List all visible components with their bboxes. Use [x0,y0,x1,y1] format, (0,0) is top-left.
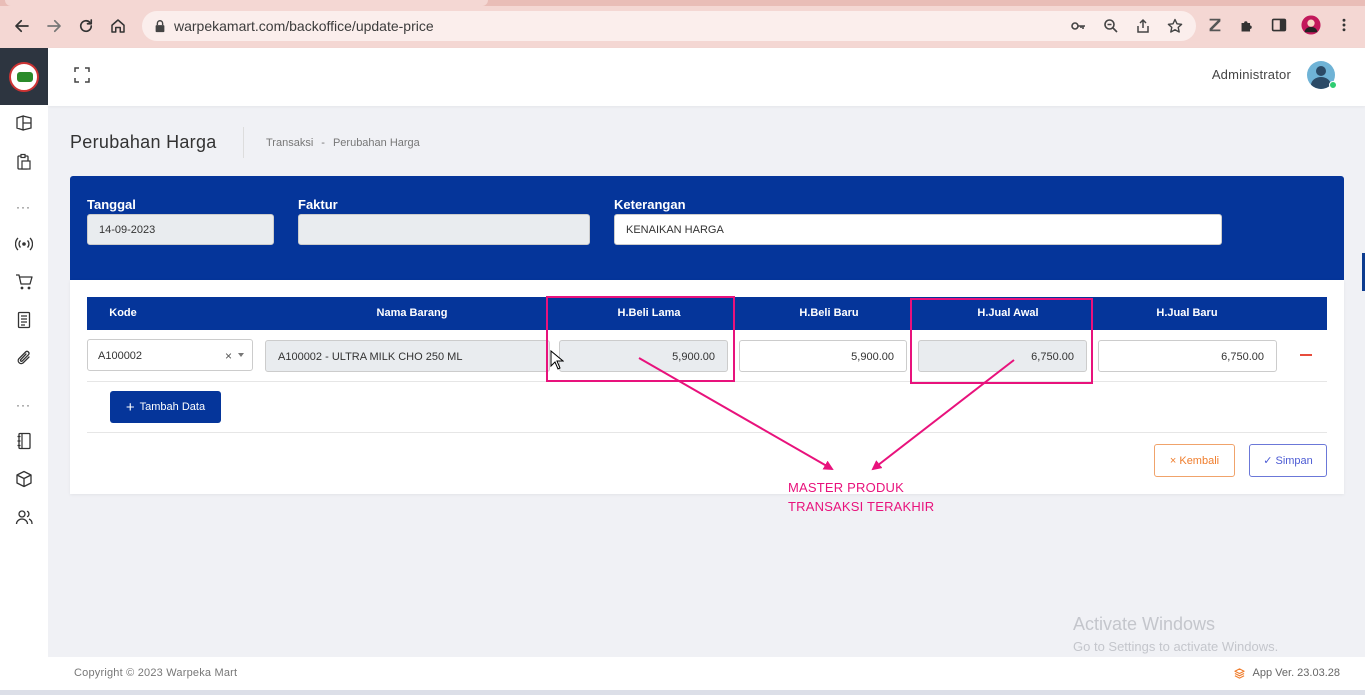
dashboard-icon[interactable] [14,113,34,133]
extensions-puzzle-icon[interactable] [1237,15,1257,35]
online-status-dot [1329,81,1337,89]
h-beli-baru-input[interactable]: 5,900.00 [739,340,907,372]
price-document-icon[interactable] [14,310,34,330]
sidebar-section-dots: ··· [16,398,31,412]
add-row-label: Tambah Data [139,401,206,413]
back-icon[interactable] [10,14,34,38]
address-bar[interactable]: warpekamart.com/backoffice/update-price [142,11,1196,41]
kode-value: A100002 [98,350,143,362]
tanggal-input[interactable]: 14-09-2023 [87,214,274,245]
logo-emblem-icon [9,61,39,92]
actions-divider [87,432,1327,433]
keterangan-input[interactable]: KENAIKAN HARGA [614,214,1222,245]
active-tab[interactable] [5,0,488,6]
forward-icon[interactable] [42,14,66,38]
tanggal-label: Tanggal [87,197,136,212]
plus-icon: + [125,398,135,416]
h-jual-baru-input[interactable]: 6,750.00 [1098,340,1277,372]
nama-barang-input[interactable]: A100002 - ULTRA MILK CHO 250 ML [265,340,550,372]
copyright-text: Copyright © 2023 Warpeka Mart [74,667,238,679]
back-button[interactable]: × Kembali [1154,444,1235,477]
column-header-h-jual-baru: H.Jual Baru [1156,307,1218,319]
bookmark-star-icon[interactable] [1167,18,1183,34]
broadcast-icon[interactable] [14,234,34,254]
key-icon[interactable] [1070,18,1086,34]
zoom-icon[interactable] [1103,18,1119,34]
activate-windows-title: Activate Windows [1073,614,1216,634]
save-button[interactable]: ✓ Simpan [1249,444,1327,477]
window-bottom-edge [0,690,1365,695]
shopping-cart-icon[interactable] [14,272,34,292]
browser-chrome: warpekamart.com/backoffice/update-price [0,0,1365,48]
activate-windows-subtitle: Go to Settings to activate Windows. [1073,639,1279,654]
layers-icon [1233,667,1245,679]
users-icon[interactable] [14,507,34,527]
brand-logo[interactable] [0,48,48,105]
breadcrumb-item-transaksi[interactable]: Transaksi [266,137,313,149]
sidebar-section-dots: ··· [16,200,31,214]
mouse-cursor-icon [550,350,564,370]
tab-strip [0,0,1365,6]
faktur-label: Faktur [298,197,338,212]
remove-row-button[interactable] [1300,354,1312,356]
breadcrumb-item-current: Perubahan Harga [332,137,420,149]
reload-icon[interactable] [74,14,98,38]
paperclip-icon[interactable] [14,348,34,368]
keterangan-label: Keterangan [614,197,686,212]
annotation-text-line1: MASTER PRODUK [788,480,905,495]
column-header-nama-barang: Nama Barang [376,307,448,319]
top-header: Administrator [48,48,1365,106]
package-box-icon[interactable] [14,469,34,489]
breadcrumb-separator: - [321,137,325,149]
fullscreen-icon[interactable] [74,67,90,83]
url-text[interactable]: warpekamart.com/backoffice/update-price [174,18,434,34]
column-header-h-beli-baru: H.Beli Baru [799,307,859,319]
column-header-kode: Kode [109,307,137,319]
app-version: App Ver. 23.03.28 [1233,667,1340,679]
share-icon[interactable] [1135,18,1151,34]
profile-avatar-icon[interactable] [1301,15,1321,35]
zotero-extension-icon[interactable] [1205,15,1225,35]
notebook-icon[interactable] [14,431,34,451]
sidebar [0,48,48,695]
kode-select[interactable]: A100002 × [87,339,253,371]
home-icon[interactable] [106,14,130,38]
user-name[interactable]: Administrator [1212,67,1291,82]
annotation-text-line2: TRANSAKSI TERAKHIR [788,499,935,514]
side-panel-icon[interactable] [1269,15,1289,35]
faktur-input[interactable] [298,214,590,245]
app-version-text: App Ver. 23.03.28 [1252,667,1340,679]
annotation-box-h-beli-lama [546,296,735,382]
clear-selection-icon[interactable]: × [225,349,232,363]
footer: Copyright © 2023 Warpeka Mart App Ver. 2… [48,657,1365,690]
annotation-box-h-jual-awal [910,298,1093,384]
add-row-button[interactable]: + Tambah Data [110,391,221,423]
chevron-down-icon[interactable] [238,353,244,357]
clipboard-icon[interactable] [14,152,34,172]
breadcrumb: Transaksi - Perubahan Harga [266,137,428,149]
lock-icon[interactable] [153,19,167,33]
title-divider [243,127,244,158]
page-title: Perubahan Harga [70,132,217,152]
browser-menu-icon[interactable] [1334,15,1354,35]
